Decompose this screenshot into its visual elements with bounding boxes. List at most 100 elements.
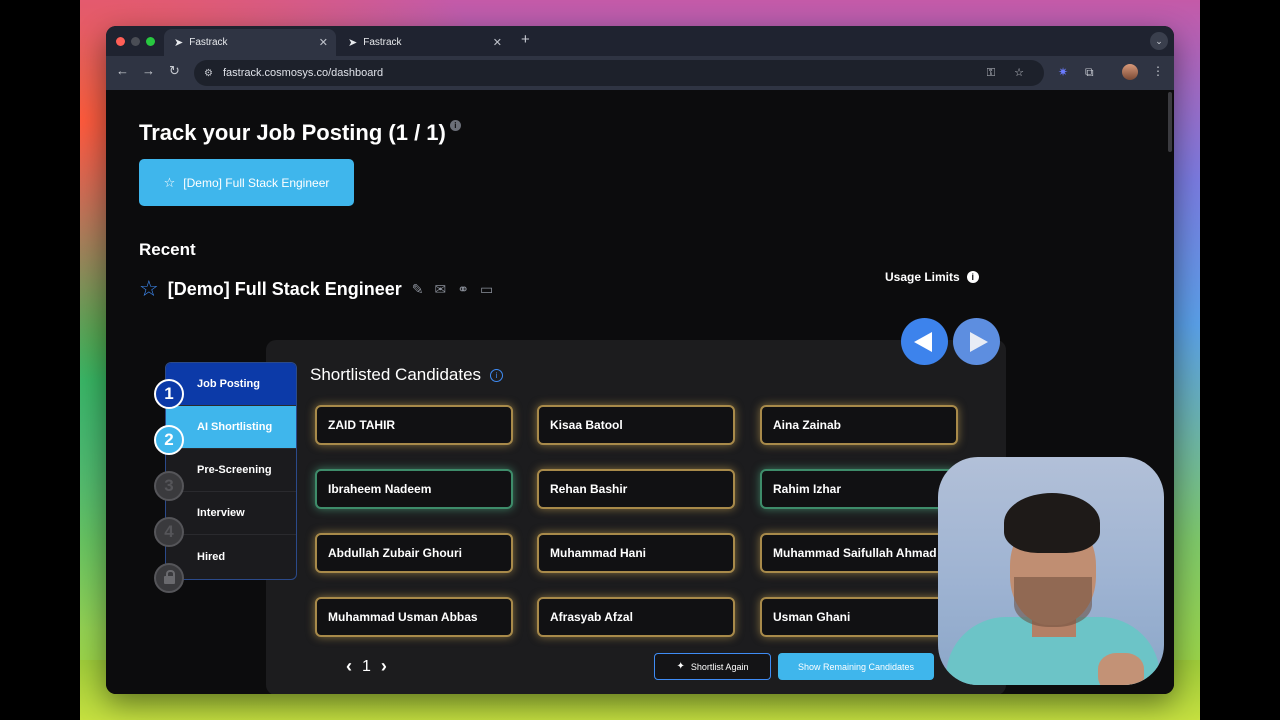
- page-title-text: Track your Job Posting (1 / 1): [139, 120, 446, 145]
- candidate-card[interactable]: Rahim Izhar: [760, 469, 958, 509]
- paper-plane-icon: ➤: [348, 37, 358, 49]
- step-interview[interactable]: Interview: [166, 492, 296, 535]
- step-label: Hired: [197, 550, 226, 563]
- show-remaining-candidates-button[interactable]: Show Remaining Candidates: [778, 653, 934, 680]
- usage-limits-label: Usage Limits: [885, 270, 960, 284]
- presenter-hair: [1004, 493, 1100, 553]
- candidate-card[interactable]: Usman Ghani: [760, 597, 958, 637]
- candidate-card[interactable]: Aina Zainab: [760, 405, 958, 445]
- candidate-name: Muhammad Usman Abbas: [328, 610, 478, 624]
- recent-job-name[interactable]: [Demo] Full Stack Engineer: [168, 279, 402, 300]
- usage-limits[interactable]: Usage Limits i: [885, 270, 979, 284]
- browser-tab-2[interactable]: ➤ Fastrack ✕: [338, 29, 510, 56]
- presenter-hand: [1098, 653, 1144, 685]
- shortlist-title-text: Shortlisted Candidates: [310, 365, 482, 384]
- show-remaining-label: Show Remaining Candidates: [797, 661, 915, 672]
- extensions-puzzle-icon[interactable]: ⧉: [1085, 65, 1094, 80]
- tab-search-button[interactable]: ⌄: [1150, 32, 1168, 50]
- candidate-card[interactable]: Afrasyab Afzal: [537, 597, 735, 637]
- candidate-card[interactable]: Ibraheem Nadeem: [315, 469, 513, 509]
- address-bar[interactable]: ⚙ fastrack.cosmosys.co/dashboard ⚿ ☆: [194, 60, 1044, 86]
- next-arrow-button[interactable]: [953, 318, 1000, 365]
- paper-plane-icon: ➤: [174, 37, 184, 49]
- candidate-card[interactable]: Muhammad Saifullah Ahmad: [760, 533, 958, 573]
- link-icon[interactable]: ⚭: [457, 281, 469, 298]
- minimize-window-button[interactable]: [131, 37, 140, 46]
- pagination: ‹ 1 ›: [346, 656, 387, 677]
- folder-icon[interactable]: ▭: [480, 281, 493, 298]
- browser-toolbar: ← → ↻ ⚙ fastrack.cosmosys.co/dashboard ⚿…: [106, 56, 1174, 90]
- presenter-beard: [1014, 577, 1092, 627]
- tab-title: Fastrack: [189, 37, 228, 48]
- step-number-3: 3: [154, 471, 184, 501]
- step-ai-shortlisting[interactable]: AI Shortlisting: [166, 406, 296, 449]
- recent-heading: Recent: [139, 240, 196, 259]
- step-hired[interactable]: Hired: [166, 535, 296, 578]
- candidate-card[interactable]: Rehan Bashir: [537, 469, 735, 509]
- candidate-name: Aina Zainab: [773, 418, 842, 432]
- job-posting-button[interactable]: ☆ [Demo] Full Stack Engineer: [139, 159, 354, 206]
- site-info-icon[interactable]: ⚙: [204, 68, 213, 79]
- candidate-name: Abdullah Zubair Ghouri: [328, 546, 462, 560]
- extension-icon[interactable]: ✷: [1058, 65, 1068, 79]
- info-icon: i: [966, 271, 979, 283]
- star-icon: ☆: [163, 174, 176, 190]
- step-number-1: 1: [154, 379, 184, 409]
- candidate-card[interactable]: Muhammad Usman Abbas: [315, 597, 513, 637]
- tab-title: Fastrack: [363, 37, 402, 48]
- recent-job-row: ☆ [Demo] Full Stack Engineer ✎ ✉ ⚭ ▭: [139, 276, 504, 302]
- candidate-name: Muhammad Saifullah Ahmad: [773, 546, 937, 560]
- info-icon[interactable]: i: [449, 120, 461, 131]
- candidate-name: Rahim Izhar: [773, 482, 842, 496]
- step-pre-screening[interactable]: Pre-Screening: [166, 449, 296, 492]
- new-tab-button[interactable]: +: [521, 31, 530, 48]
- candidate-card[interactable]: ZAID TAHIR: [315, 405, 513, 445]
- url-text: fastrack.cosmosys.co/dashboard: [222, 67, 384, 79]
- candidate-name: Afrasyab Afzal: [550, 610, 633, 624]
- hiring-stepper: Job Posting AI Shortlisting Pre-Screenin…: [165, 362, 297, 580]
- webcam-overlay: [938, 457, 1164, 685]
- close-tab-icon[interactable]: ✕: [319, 36, 328, 49]
- tab-bar: ➤ Fastrack ✕ ➤ Fastrack ✕ + ⌄: [106, 26, 1174, 56]
- page-number: 1: [362, 657, 371, 675]
- browser-menu-icon[interactable]: ⋮: [1152, 64, 1164, 78]
- mail-icon[interactable]: ✉: [435, 281, 447, 298]
- shortlist-again-button[interactable]: ✦ Shortlist Again: [654, 653, 771, 680]
- step-number-2: 2: [154, 425, 184, 455]
- candidate-card[interactable]: Abdullah Zubair Ghouri: [315, 533, 513, 573]
- favorite-star-icon[interactable]: ☆: [139, 276, 159, 302]
- close-window-button[interactable]: [116, 37, 125, 46]
- candidate-card[interactable]: Muhammad Hani: [537, 533, 735, 573]
- maximize-window-button[interactable]: [146, 37, 155, 46]
- candidate-name: Usman Ghani: [773, 610, 851, 624]
- job-posting-button-label: [Demo] Full Stack Engineer: [183, 175, 330, 190]
- edit-icon[interactable]: ✎: [412, 281, 424, 298]
- step-label: Job Posting: [197, 378, 260, 390]
- bookmark-star-icon[interactable]: ⚿ ☆: [987, 66, 1032, 80]
- candidate-name: Rehan Bashir: [550, 482, 628, 496]
- page-scrollbar[interactable]: [1168, 92, 1172, 152]
- shortlist-title: Shortlisted Candidates i: [310, 365, 504, 385]
- candidate-name: ZAID TAHIR: [328, 418, 396, 432]
- shortlist-panel: [266, 340, 1006, 694]
- previous-arrow-button[interactable]: [901, 318, 948, 365]
- candidate-card[interactable]: Kisaa Batool: [537, 405, 735, 445]
- step-job-posting[interactable]: Job Posting: [166, 363, 296, 406]
- info-icon[interactable]: i: [490, 368, 504, 382]
- close-tab-icon[interactable]: ✕: [493, 36, 502, 49]
- candidate-name: Muhammad Hani: [550, 546, 647, 560]
- step-lock: [154, 563, 184, 593]
- candidate-name: Ibraheem Nadeem: [328, 482, 432, 496]
- reload-icon[interactable]: ↻: [169, 63, 180, 79]
- profile-avatar[interactable]: [1122, 64, 1138, 80]
- chevron-left-icon[interactable]: ‹: [346, 656, 352, 677]
- page-title: Track your Job Posting (1 / 1) i: [139, 120, 461, 146]
- left-arrow-icon: [913, 331, 932, 352]
- browser-tab-1[interactable]: ➤ Fastrack ✕: [164, 29, 336, 56]
- step-label: Pre-Screening: [197, 464, 272, 476]
- chevron-right-icon[interactable]: ›: [381, 656, 387, 677]
- back-icon[interactable]: ←: [116, 63, 129, 78]
- forward-icon[interactable]: →: [142, 63, 155, 78]
- step-number-4: 4: [154, 517, 184, 547]
- sparkle-icon: ✦: [676, 661, 685, 672]
